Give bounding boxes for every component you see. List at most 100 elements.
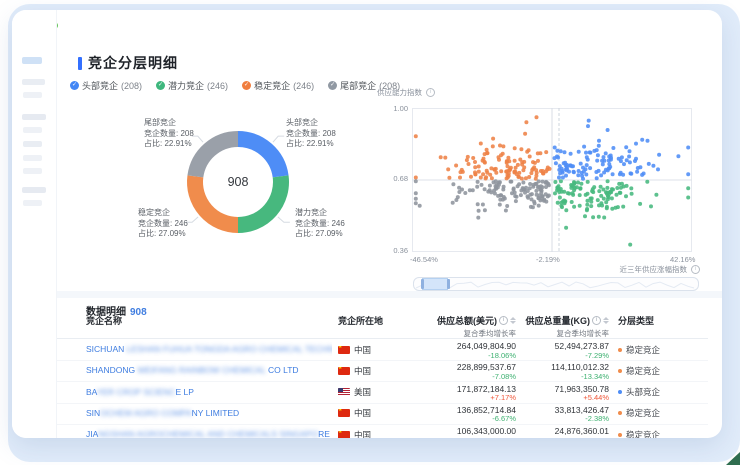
table-header: 竞企名称 竞企所在地 供应总额(美元)i 复合季均增长率 供应总重量(KG)i … [57,314,708,339]
company-name-segment: JIA [86,429,98,438]
check-circle-icon: ✓ [328,81,337,90]
sidebar-item[interactable] [23,200,42,206]
column-header-amount[interactable]: 供应总额(美元)i 复合季均增长率 [420,314,516,339]
supply-amount-cell: 228,899,537.67-7.08% [420,360,516,381]
legend-item-头部竞企[interactable]: ✓ 头部竞企 (208) [70,79,142,92]
column-header-location: 竞企所在地 [338,314,418,327]
tier-label: 稳定竞企 [626,344,660,356]
sidebar-item[interactable] [22,187,46,193]
supply-weight-growth: -13.34% [581,372,609,381]
scatter-ylabel: 供应能力指数i [377,87,435,98]
company-name-blurred-segment: YER CROP SCIENC [97,387,176,397]
tier-label: 稳定竞企 [626,365,660,377]
check-circle-icon: ✓ [156,81,165,90]
supply-weight-value: 33,813,426.47 [555,405,609,415]
x-tick: -46.54% [410,255,438,264]
company-name-segment: RE PTE LTD [318,429,332,438]
chart-legend: ✓ 头部竞企 (208) ✓ 潜力竞企 (246) ✓ 稳定竞企 (246) ✓… [70,79,400,92]
legend-count: (246) [207,81,228,91]
legend-item-潜力竞企[interactable]: ✓ 潜力竞企 (246) [156,79,228,92]
data-zoom-slider[interactable] [413,277,699,291]
info-icon[interactable]: i [499,316,508,325]
supply-weight-value: 24,876,360.01 [555,426,609,436]
company-name-link[interactable]: BAYER CROP SCIENCE LP [86,382,332,403]
section-divider [57,291,722,298]
slider-handle-right[interactable] [447,279,450,289]
company-name-segment: SICHUAN [86,344,127,354]
scatter-chart[interactable] [412,108,692,252]
sidebar-item[interactable] [23,127,42,133]
supply-weight-growth: +5.44% [583,393,609,402]
slider-selection[interactable] [422,278,448,290]
tier-type-cell: 稳定竞企 [618,360,718,381]
info-icon[interactable]: i [426,88,435,97]
legend-count: (246) [293,81,314,91]
info-icon[interactable]: i [592,316,601,325]
company-name-segment: BA [86,387,97,397]
slider-handle-left[interactable] [421,279,424,289]
company-name-segment: SIN [86,408,100,418]
supply-amount-value: 136,852,714.84 [457,405,516,415]
callout-pct: 占比: 22.91% [144,139,216,150]
sidebar-item[interactable] [23,92,42,98]
x-tick: -2.19% [536,255,560,264]
table-row[interactable]: SICHUAN LESHAN FUHUA TONGDA AGRO CHEMICA… [57,339,708,361]
scatter-xlabel: 近三年供应涨幅指数i [620,264,701,275]
sort-icon[interactable] [510,317,516,324]
company-name-blurred-segment: OCHEM AGRO COMPA [100,408,191,418]
table-row[interactable]: BAYER CROP SCIENCE LP美国171,872,184.13+7.… [57,382,708,404]
company-name-link[interactable]: SICHUAN LESHAN FUHUA TONGDA AGRO CHEMICA… [86,339,332,360]
company-location: 中国 [338,403,418,424]
supply-amount-value: 106,343,000.00 [457,426,516,436]
company-name-blurred-segment: NGSHAN AGROCHEMICAL AND CHEMICALS SINGAP… [98,429,318,438]
table-row[interactable]: JIANGSHAN AGROCHEMICAL AND CHEMICALS SIN… [57,424,708,438]
company-name-blurred-segment: WEIFANG RAINBOW CHEMICAL [137,365,265,375]
y-tick: 1.00 [386,104,408,113]
check-circle-icon: ✓ [70,81,79,90]
column-header-type: 分层类型 [618,314,718,327]
sort-icon[interactable] [603,317,609,324]
sidebar-item[interactable] [22,114,46,120]
sidebar-item[interactable] [22,79,45,85]
tier-label: 稳定竞企 [626,407,660,419]
supply-weight-cell: 24,876,360.01·· ··· [517,424,609,438]
cn-flag-icon [338,346,350,354]
location-label: 中国 [354,429,371,438]
tier-dot-icon [618,369,622,373]
supply-weight-cell: 33,813,426.47-2.38% [517,403,609,424]
callout-count: 竞企数量: 208 [286,129,358,140]
sidebar-item-active[interactable] [22,57,42,64]
sidebar-item[interactable] [23,168,42,174]
donut-callout-潜力竞企: 潜力竞企 竞企数量: 246 占比: 27.09% [295,208,367,240]
y-tick: 0.36 [386,246,408,255]
supply-amount-growth: +7.17% [490,393,516,402]
tier-type-cell: 稳定竞企 [618,424,718,438]
legend-item-稳定竞企[interactable]: ✓ 稳定竞企 (246) [242,79,314,92]
company-name-link[interactable]: SHANDONG WEIFANG RAINBOW CHEMICAL CO LTD [86,360,332,381]
company-name-link[interactable]: JIANGSHAN AGROCHEMICAL AND CHEMICALS SIN… [86,424,332,438]
cn-flag-icon [338,409,350,417]
column-header-weight[interactable]: 供应总重量(KG)i 复合季均增长率 [517,314,609,339]
sidebar-item[interactable] [23,141,42,147]
x-tick: 42.16% [670,255,695,264]
company-location: 中国 [338,339,418,360]
company-name-link[interactable]: SINOCHEM AGRO COMPANY LIMITED [86,403,332,424]
info-icon[interactable]: i [691,265,700,274]
table-row[interactable]: SINOCHEM AGRO COMPANY LIMITED 中国 136,852,7… [57,403,708,425]
callout-pct: 占比: 27.09% [295,229,367,240]
tier-dot-icon [618,411,622,415]
supply-amount-value: 264,049,804.90 [457,341,516,351]
donut-slice-tr[interactable] [238,139,281,176]
supply-amount-growth: -7.08% [492,372,516,381]
tier-dot-icon [618,348,622,352]
supply-weight-value: 114,110,012.32 [551,362,609,372]
supply-weight-cell: 114,110,012.32-13.34% [517,360,609,381]
donut-callout-稳定竞企: 稳定竞企 竞企数量: 246 占比: 27.09% [138,208,210,240]
y-tick: 0.68 [386,174,408,183]
supply-weight-cell: 71,963,350.78+5.44% [517,382,609,403]
supply-weight-value: 52,494,273.87 [555,341,609,351]
company-name-blurred-segment: LESHAN FUHUA TONGDA AGRO CHEMICAL TECHNO… [127,344,332,354]
us-flag-icon [338,388,350,396]
sidebar-item[interactable] [23,155,42,161]
table-row[interactable]: SHANDONG WEIFANG RAINBOW CHEMICAL CO LTD… [57,360,708,382]
